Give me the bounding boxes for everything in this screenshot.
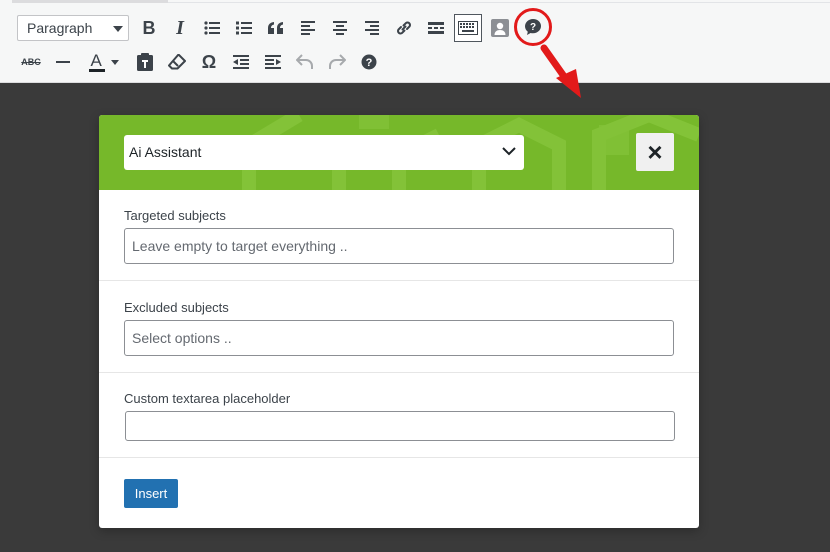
targeted-subjects-input[interactable] — [124, 228, 674, 264]
text-color-icon: A — [88, 51, 106, 73]
link-button[interactable] — [390, 14, 418, 42]
caret-down-icon — [113, 26, 123, 32]
strikethrough-icon: ABC — [21, 57, 41, 67]
contact-card-button[interactable] — [486, 14, 514, 42]
excluded-subjects-input[interactable] — [124, 320, 674, 356]
bold-button[interactable]: B — [135, 14, 163, 42]
read-more-icon — [428, 22, 444, 34]
chevron-down-icon — [502, 147, 516, 156]
blockquote-icon — [268, 22, 283, 34]
excluded-subjects-label: Excluded subjects — [124, 300, 229, 315]
clear-formatting-button[interactable] — [163, 48, 191, 76]
redo-icon — [329, 54, 346, 69]
clear-formatting-icon — [168, 54, 186, 70]
numbered-list-button[interactable] — [230, 14, 258, 42]
custom-placeholder-section: Custom textarea placeholder — [99, 373, 699, 458]
close-button[interactable]: × — [636, 133, 674, 171]
highlight-circle — [514, 8, 552, 46]
caret-down-icon — [110, 59, 119, 65]
targeted-subjects-section: Targeted subjects — [99, 190, 699, 281]
align-center-icon — [333, 21, 347, 35]
help-icon: ? — [361, 54, 377, 70]
model-select-value: Ai Assistant — [129, 144, 202, 160]
read-more-button[interactable] — [422, 14, 450, 42]
contact-card-icon — [491, 19, 509, 37]
model-select[interactable]: Ai Assistant — [124, 135, 524, 170]
format-select-value: Paragraph — [27, 20, 93, 36]
targeted-subjects-label: Targeted subjects — [124, 208, 226, 223]
svg-text:?: ? — [366, 57, 373, 69]
close-icon: × — [647, 137, 663, 167]
excluded-subjects-section: Excluded subjects — [99, 281, 699, 373]
horizontal-line-button[interactable] — [49, 48, 77, 76]
indent-icon — [265, 55, 281, 69]
editor-toolbar: Paragraph B I ? ABC A Ω ? — [0, 0, 830, 83]
horizontal-line-icon — [56, 61, 70, 63]
outdent-button[interactable] — [227, 48, 255, 76]
format-select[interactable]: Paragraph — [17, 15, 129, 41]
redo-button[interactable] — [323, 48, 351, 76]
italic-button[interactable]: I — [166, 14, 194, 42]
indent-button[interactable] — [259, 48, 287, 76]
toolbar-toggle-icon — [458, 21, 478, 35]
editor-tab[interactable] — [12, 0, 168, 3]
blockquote-button[interactable] — [262, 14, 290, 42]
link-icon — [397, 21, 411, 35]
align-right-icon — [365, 21, 379, 35]
text-color-button[interactable]: A — [81, 48, 125, 76]
italic-icon: I — [176, 17, 184, 39]
bullet-list-button[interactable] — [198, 14, 226, 42]
align-left-button[interactable] — [294, 14, 322, 42]
special-character-icon: Ω — [201, 51, 217, 72]
bullet-list-icon — [204, 21, 220, 35]
special-character-button[interactable]: Ω — [195, 48, 223, 76]
numbered-list-icon — [236, 21, 252, 35]
undo-icon — [296, 54, 313, 69]
align-center-button[interactable] — [326, 14, 354, 42]
paste-text-button[interactable] — [131, 48, 159, 76]
bold-icon: B — [142, 18, 156, 38]
modal-header: Ai Assistant × — [99, 115, 699, 190]
help-button[interactable]: ? — [355, 48, 383, 76]
tab-divider — [168, 2, 830, 3]
align-right-button[interactable] — [358, 14, 386, 42]
paste-text-icon — [137, 53, 153, 71]
align-left-icon — [301, 21, 315, 35]
strikethrough-button[interactable]: ABC — [17, 48, 45, 76]
red-arrow-icon — [540, 44, 581, 98]
insert-button[interactable]: Insert — [124, 479, 178, 508]
toolbar-toggle-button[interactable] — [454, 14, 482, 42]
undo-button[interactable] — [291, 48, 319, 76]
outdent-icon — [233, 55, 249, 69]
custom-placeholder-label: Custom textarea placeholder — [124, 391, 291, 406]
ai-assistant-modal: Ai Assistant × Targeted subjects Exclude… — [99, 115, 699, 528]
custom-placeholder-input[interactable] — [125, 411, 675, 441]
